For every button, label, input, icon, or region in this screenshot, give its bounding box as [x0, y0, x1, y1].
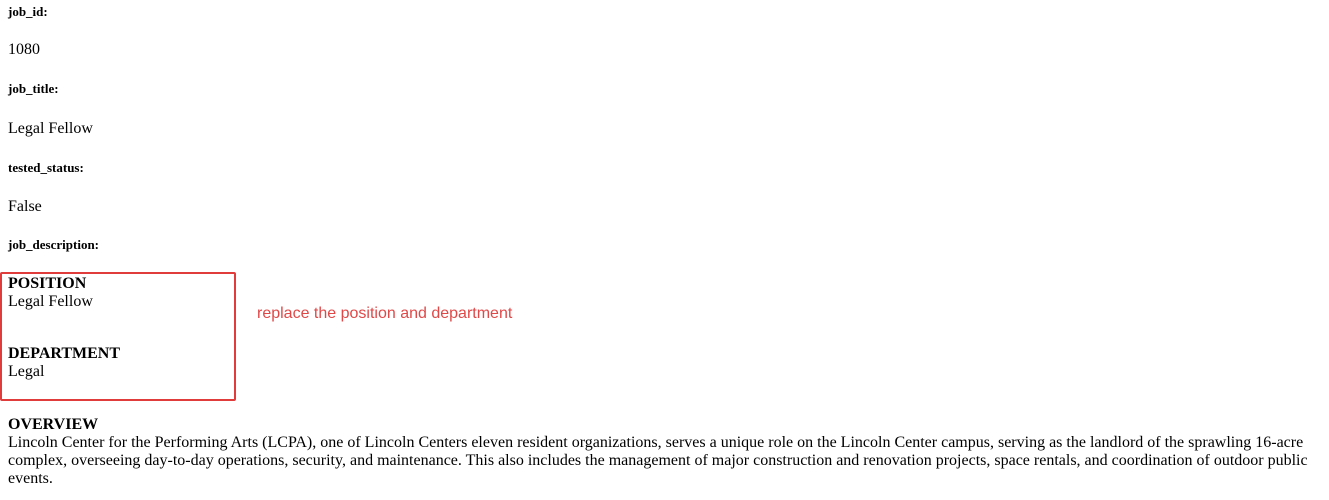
overview-heading: OVERVIEW [8, 416, 99, 433]
job-title-label: job_title: [8, 81, 59, 96]
overview-section: OVERVIEW Lincoln Center for the Performi… [8, 416, 1318, 488]
overview-text: Lincoln Center for the Performing Arts (… [8, 434, 1308, 487]
job-description-label: job_description: [8, 237, 99, 252]
job-id-label: job_id: [8, 4, 48, 19]
job-title-value: Legal Fellow [8, 120, 93, 137]
tested-status-value: False [8, 198, 42, 215]
annotation-highlight-box [0, 272, 236, 401]
tested-status-label: tested_status: [8, 160, 84, 175]
job-id-value: 1080 [8, 41, 40, 58]
annotation-note: replace the position and department [257, 305, 513, 322]
